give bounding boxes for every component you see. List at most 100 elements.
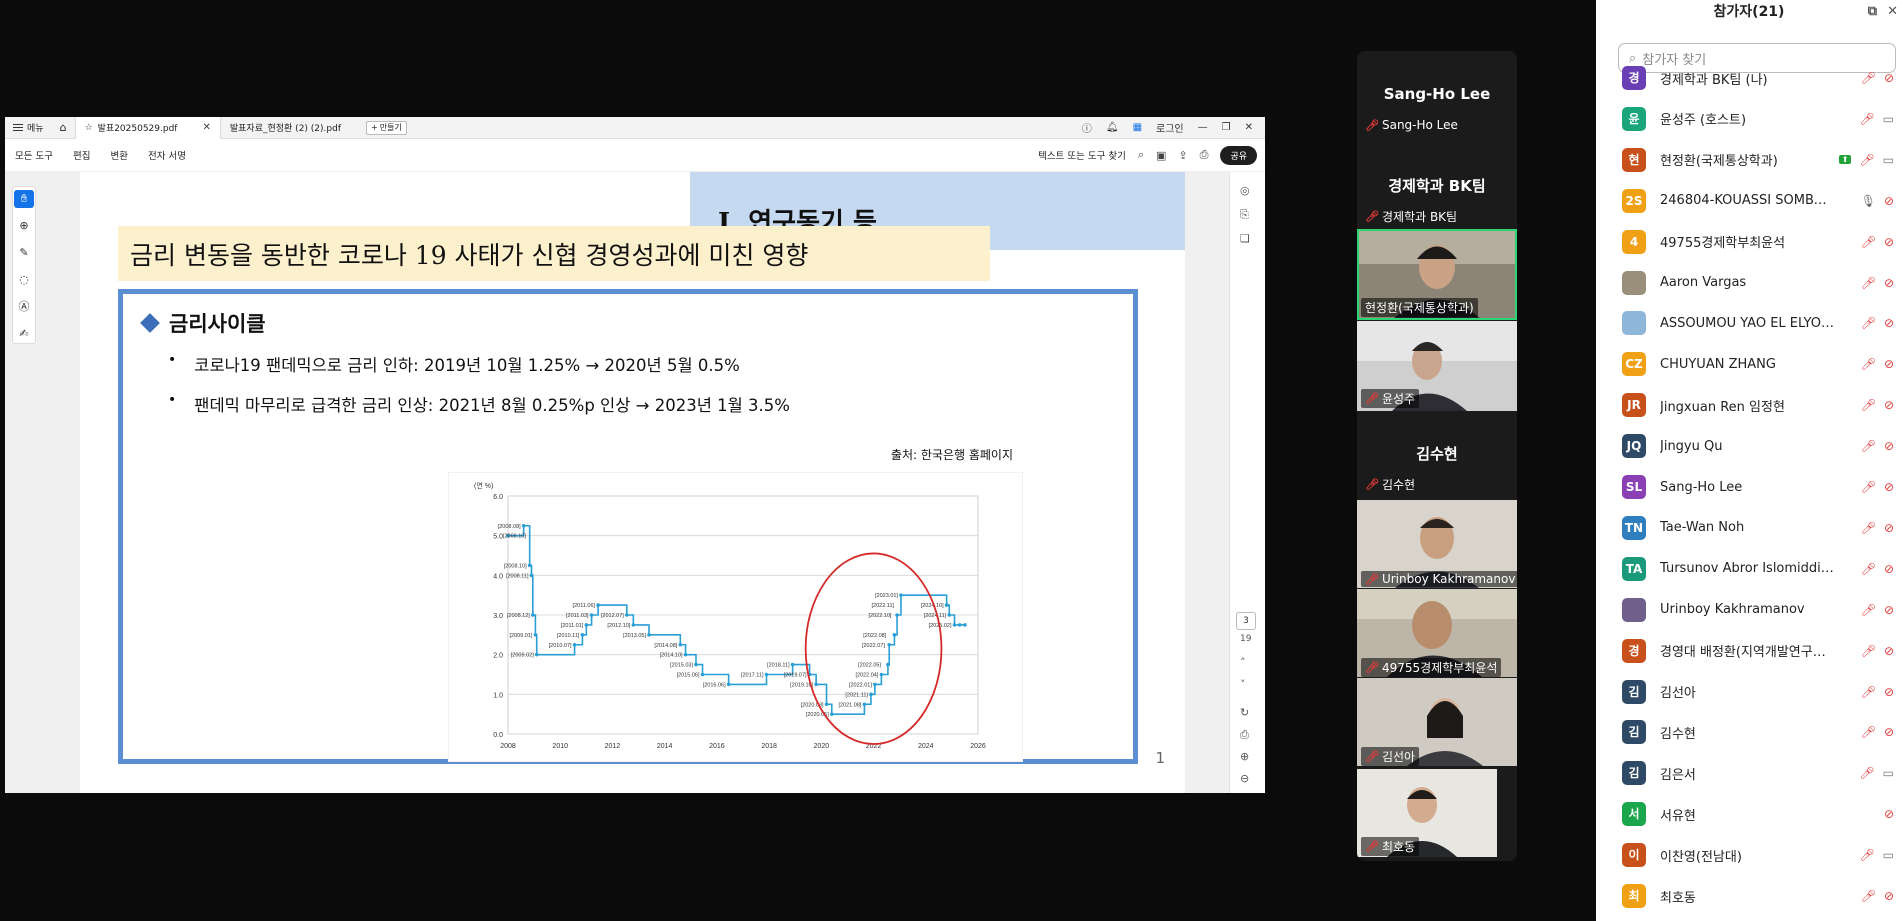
participant-row[interactable]: 이 이찬영(전남대) 🎤︎ ▭ [1596, 835, 1902, 875]
hand-tool-icon[interactable]: ✋︎ [14, 190, 34, 208]
camera-off-icon[interactable]: ⊘ [1884, 562, 1894, 576]
apps-grid-icon[interactable]: ▦ [1133, 122, 1142, 133]
camera-icon[interactable]: ▭ [1883, 848, 1894, 862]
camera-off-icon[interactable]: ⊘ [1884, 439, 1894, 453]
camera-icon[interactable]: ▭ [1883, 153, 1894, 167]
share-button[interactable]: 공유 [1220, 145, 1257, 165]
camera-off-icon[interactable]: ⊘ [1884, 685, 1894, 699]
mic-icon[interactable]: 🎙︎ [1861, 194, 1876, 208]
tab-pdf-1[interactable]: ☆ 발표20250529.pdf ✕ [74, 116, 221, 139]
participant-row[interactable]: 4 49755경제학부최윤석 🎤︎ ⊘ [1596, 222, 1902, 262]
camera-off-icon[interactable]: ⊘ [1884, 603, 1894, 617]
new-tab-button[interactable]: + 만들기 [366, 120, 407, 135]
find-tools-field[interactable]: 텍스트 또는 도구 찾기 [1038, 148, 1126, 162]
mic-muted-icon[interactable]: 🎤︎ [1861, 644, 1876, 658]
mic-muted-icon[interactable]: 🎤︎ [1861, 562, 1876, 576]
participant-row[interactable]: 최 최호동 🎤︎ ⊘ [1596, 876, 1902, 916]
bookmark-icon[interactable]: ⎘ [1240, 208, 1249, 222]
participant-row[interactable]: 경 경영대 배정환(지역개발연구소... 🎤︎ ⊘ [1596, 631, 1902, 671]
participant-row[interactable]: JQ Jingyu Qu 🎤︎ ⊘ [1596, 426, 1902, 466]
mic-muted-icon[interactable]: 🎤︎ [1859, 112, 1874, 126]
toolbar-e-sign[interactable]: 전자 서명 [148, 148, 186, 162]
chevron-down-icon[interactable]: ˅ [1240, 678, 1246, 691]
upload-icon[interactable]: ⇪ [1178, 149, 1187, 162]
zoom-tool-icon[interactable]: ⊕ [14, 217, 34, 235]
mic-muted-icon[interactable]: 🎤︎ [1861, 439, 1876, 453]
zoom-in-icon[interactable]: ⊕ [1240, 750, 1249, 763]
print-icon[interactable]: ⎙ [1200, 148, 1209, 162]
camera-off-icon[interactable]: ⊘ [1884, 71, 1894, 85]
save-icon[interactable]: ▣ [1156, 149, 1166, 162]
home-icon[interactable]: ⌂ [58, 122, 69, 133]
comment-icon[interactable]: ◎ [1240, 184, 1250, 197]
participant-row[interactable]: CZ CHUYUAN ZHANG 🎤︎ ⊘ [1596, 344, 1902, 384]
menu-button[interactable]: 메뉴 [5, 117, 52, 138]
participant-row[interactable]: Urinboy Kakhramanov 🎤︎ ⊘ [1596, 590, 1902, 630]
participant-row[interactable]: TN Tae-Wan Noh 🎤︎ ⊘ [1596, 508, 1902, 548]
pen-tool-icon[interactable]: ✎ [14, 244, 34, 262]
close-panel-icon[interactable]: ✕ [1887, 0, 1898, 24]
mic-muted-icon[interactable]: 🎤︎ [1861, 316, 1876, 330]
camera-off-icon[interactable]: ⊘ [1884, 398, 1894, 412]
page-number-input[interactable]: 3 [1236, 612, 1256, 630]
pages-icon[interactable]: ❏ [1240, 232, 1250, 245]
mic-muted-icon[interactable]: 🎤︎ [1859, 766, 1874, 780]
mic-muted-icon[interactable]: 🎤︎ [1861, 725, 1876, 739]
close-window-icon[interactable]: ✕ [1245, 122, 1253, 133]
participant-row[interactable]: SL Sang-Ho Lee 🎤︎ ⊘ [1596, 467, 1902, 507]
mic-muted-icon[interactable]: 🎤︎ [1861, 398, 1876, 412]
mic-muted-icon[interactable]: 🎤︎ [1861, 603, 1876, 617]
search-icon[interactable]: ⌕ [1138, 148, 1144, 162]
participant-row[interactable]: 김 김선아 🎤︎ ⊘ [1596, 672, 1902, 712]
minimize-icon[interactable]: — [1198, 122, 1208, 133]
camera-off-icon[interactable]: ⊘ [1884, 480, 1894, 494]
camera-off-icon[interactable]: ⊘ [1884, 889, 1894, 903]
camera-icon[interactable]: ▭ [1883, 112, 1894, 126]
camera-off-icon[interactable]: ⊘ [1884, 807, 1894, 821]
mic-muted-icon[interactable]: 🎤︎ [1861, 685, 1876, 699]
zoom-out-icon[interactable]: ⊖ [1240, 772, 1249, 785]
close-tab-icon[interactable]: ✕ [202, 122, 210, 133]
login-button[interactable]: 로그인 [1156, 120, 1184, 135]
participant-row[interactable]: TA Tursunov Abror Islomiddin ugli 🎤︎ ⊘ [1596, 549, 1902, 589]
camera-off-icon[interactable]: ⊘ [1884, 644, 1894, 658]
save-page-icon[interactable]: ⎙ [1240, 728, 1249, 742]
text-tool-icon[interactable]: Ⓐ [14, 298, 34, 316]
camera-off-icon[interactable]: ⊘ [1884, 725, 1894, 739]
participant-row[interactable]: Aaron Vargas 🎤︎ ⊘ [1596, 263, 1902, 303]
camera-off-icon[interactable]: ⊘ [1884, 194, 1894, 208]
mic-muted-icon[interactable]: 🎤︎ [1859, 153, 1874, 167]
participant-row[interactable]: ASSOUMOU YAO EL ELYON JEA... 🎤︎ ⊘ [1596, 303, 1902, 343]
toolbar-convert[interactable]: 변환 [110, 148, 127, 162]
participant-row[interactable]: 현 현정환(국제통상학과) ⬆ 🎤︎ ▭ [1596, 140, 1902, 180]
mic-muted-icon[interactable]: 🎤︎ [1861, 276, 1876, 290]
toolbar-edit[interactable]: 편집 [73, 148, 90, 162]
participant-row[interactable]: 2S 246804-KOUASSI SOMBO EMM... 🎙︎ ⊘ [1596, 181, 1902, 221]
camera-off-icon[interactable]: ⊘ [1884, 276, 1894, 290]
tab-pdf-2[interactable]: 발표자료_현정환 (2) (2).pdf [221, 117, 350, 139]
camera-off-icon[interactable]: ⊘ [1884, 316, 1894, 330]
toolbar-all-tools[interactable]: 모든 도구 [15, 148, 53, 162]
star-icon[interactable]: ☆ [85, 123, 93, 133]
mic-muted-icon[interactable]: 🎤︎ [1861, 235, 1876, 249]
mic-muted-icon[interactable]: 🎤︎ [1861, 357, 1876, 371]
mic-muted-icon[interactable]: 🎤︎ [1861, 71, 1876, 85]
mic-muted-icon[interactable]: 🎤︎ [1861, 480, 1876, 494]
chevron-up-icon[interactable]: ˄ [1240, 656, 1246, 669]
sign-tool-icon[interactable]: ✍︎ [14, 325, 34, 343]
mic-muted-icon[interactable]: 🎤︎ [1859, 848, 1874, 862]
camera-off-icon[interactable]: ⊘ [1884, 357, 1894, 371]
participant-row[interactable]: 경 경제학과 BK팀 (나) 🎤︎ ⊘ [1596, 58, 1902, 98]
participant-row[interactable]: 김 김수현 🎤︎ ⊘ [1596, 712, 1902, 752]
participant-row[interactable]: 윤 윤성주 (호스트) 🎤︎ ▭ [1596, 99, 1902, 139]
camera-off-icon[interactable]: ⊘ [1884, 521, 1894, 535]
mic-muted-icon[interactable]: 🎤︎ [1861, 889, 1876, 903]
bell-icon[interactable]: 🔔︎ [1106, 122, 1119, 133]
pop-out-icon[interactable]: ⧉ [1868, 0, 1877, 24]
camera-off-icon[interactable]: ⊘ [1884, 235, 1894, 249]
lasso-tool-icon[interactable]: ◌ [14, 271, 34, 289]
participant-row[interactable]: JR Jingxuan Ren 임정현 🎤︎ ⊘ [1596, 385, 1902, 425]
participant-row[interactable]: 김 김은서 🎤︎ ▭ [1596, 753, 1902, 793]
camera-icon[interactable]: ▭ [1883, 766, 1894, 780]
refresh-icon[interactable]: ↻ [1240, 706, 1249, 719]
